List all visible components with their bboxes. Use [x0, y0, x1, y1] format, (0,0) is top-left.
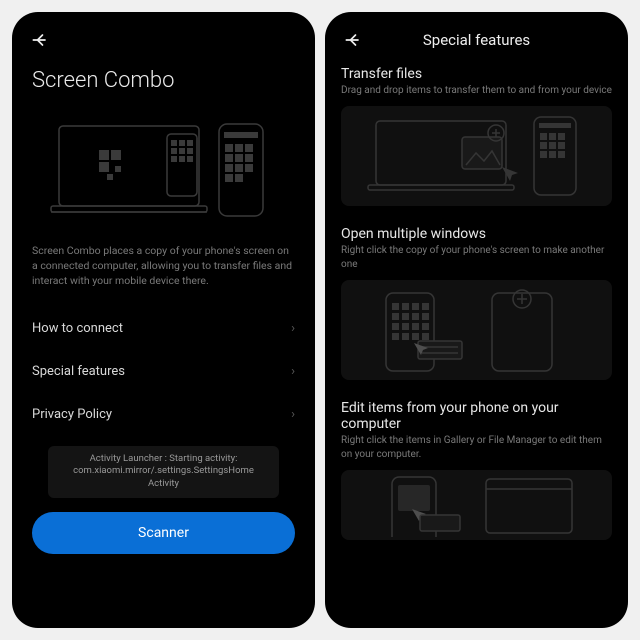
header-title: Special features: [341, 31, 612, 49]
menu-item-special-features[interactable]: Special features ›: [22, 350, 305, 393]
section-title-transfer: Transfer files: [341, 60, 612, 82]
topbar-right: Special features: [325, 12, 628, 60]
phone-left: Screen Combo: [12, 12, 315, 628]
back-arrow-icon[interactable]: [28, 28, 52, 52]
topbar-left: [12, 12, 315, 60]
menu-item-label: Privacy Policy: [32, 407, 112, 422]
section-title-edit: Edit items from your phone on your compu…: [341, 394, 612, 432]
phone-right: Special features Transfer files Drag and…: [325, 12, 628, 628]
features-scroll[interactable]: Transfer files Drag and drop items to tr…: [325, 60, 628, 628]
menu-item-label: How to connect: [32, 321, 123, 336]
menu-list: How to connect › Special features › Priv…: [12, 303, 315, 436]
toast-message: Activity Launcher : Starting activity: c…: [48, 446, 279, 498]
section-title-windows: Open multiple windows: [341, 220, 612, 242]
section-subtitle-windows: Right click the copy of your phone's scr…: [341, 242, 612, 280]
section-subtitle-transfer: Drag and drop items to transfer them to …: [341, 82, 612, 106]
menu-item-privacy-policy[interactable]: Privacy Policy ›: [22, 393, 305, 436]
illustration-transfer-files: [341, 106, 612, 206]
menu-item-how-to-connect[interactable]: How to connect ›: [22, 307, 305, 350]
page-title: Screen Combo: [12, 60, 315, 105]
illustration-edit-items: [341, 470, 612, 540]
chevron-right-icon: ›: [291, 364, 295, 379]
scanner-button[interactable]: Scanner: [32, 512, 295, 554]
chevron-right-icon: ›: [291, 407, 295, 422]
section-subtitle-edit: Right click the items in Gallery or File…: [341, 432, 612, 470]
illustration-open-windows: [341, 280, 612, 380]
hero-illustration: [32, 111, 295, 231]
description-text: Screen Combo places a copy of your phone…: [12, 241, 315, 303]
chevron-right-icon: ›: [291, 321, 295, 336]
menu-item-label: Special features: [32, 364, 125, 379]
